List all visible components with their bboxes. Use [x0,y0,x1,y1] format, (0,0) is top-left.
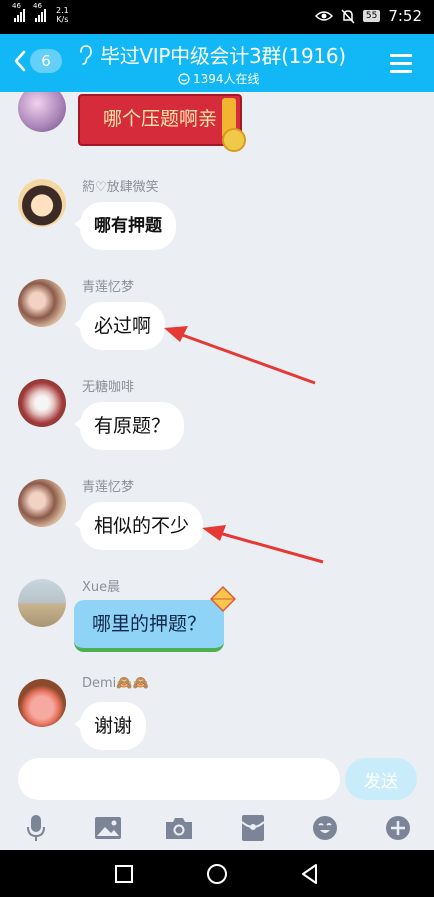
system-nav-bar [0,850,434,897]
eye-icon [314,11,333,21]
chat-header: 6 毕过VIP中级会计3群(1916) 1394人在线 [0,34,434,92]
status-bar: 46 46 2.1 K/s 55 7:52 [0,0,434,34]
message-item: Xue晨 哪里的押题？ [0,576,434,666]
message-bubble[interactable]: 相似的不少 [73,502,204,550]
sim1-label: 46 [12,2,21,10]
back-button[interactable]: 6 [14,49,62,73]
sender-name: 青莲忆梦 [82,480,135,495]
sim2-label: 46 [33,2,42,10]
avatar[interactable] [18,379,66,427]
avatar[interactable] [18,479,66,527]
input-toolbar [0,808,434,850]
sender-name: 无糖咖啡 [82,380,135,395]
input-bar: 发送 [0,750,434,808]
message-bubble[interactable]: 哪个压题啊亲 [78,94,242,146]
plus-icon[interactable] [382,812,414,844]
group-title: 毕过VIP中级会计3群(1916) [100,44,346,68]
message-list[interactable]: 哪个压题啊亲 箹♡放肆微笑 哪有押题 青莲忆梦 必过啊 无糖咖啡 有原题？ 青莲… [0,92,434,750]
recent-apps-icon[interactable] [112,862,136,886]
menu-icon [390,54,412,57]
mute-bell-icon [341,8,355,24]
annotation-arrow [164,326,316,385]
sender-name: 青莲忆梦 [82,280,135,295]
coin-decoration [222,128,246,152]
online-count: 1394人在线 [193,72,260,86]
avatar[interactable] [18,679,66,727]
camera-icon[interactable] [163,812,195,844]
online-status-icon [178,72,190,85]
message-bubble[interactable]: 哪有押题 [74,202,176,250]
signal-icon: 46 [33,2,46,22]
message-item: Demi🙈🙈 谢谢 [0,676,434,750]
message-bubble[interactable]: 谢谢 [73,702,147,750]
chevron-left-icon [14,50,26,72]
avatar[interactable] [18,279,66,327]
sender-name: Xue晨 [82,580,121,595]
message-bubble[interactable]: 有原题？ [73,402,185,450]
annotation-arrow [202,525,324,564]
image-icon[interactable] [92,812,124,844]
back-nav-icon[interactable] [298,862,322,886]
message-item: 哪个压题啊亲 [0,92,434,154]
menu-button[interactable] [390,54,412,78]
send-button[interactable]: 发送 [345,758,417,800]
microphone-icon[interactable] [20,812,52,844]
sender-name: 箹♡放肆微笑 [82,180,159,195]
avatar[interactable] [18,579,66,627]
ear-icon [80,44,92,65]
home-icon[interactable] [205,862,229,886]
net-speed: 2.1 K/s [56,6,69,24]
avatar[interactable] [18,92,66,132]
clock: 7:52 [388,7,422,25]
signal-icon: 46 [12,2,25,22]
message-bubble[interactable]: 必过啊 [73,302,166,350]
message-item: 箹♡放肆微笑 哪有押题 [0,176,434,266]
battery-indicator: 55 [362,10,381,22]
sender-name: Demi🙈🙈 [82,676,149,691]
kite-icon [210,586,236,612]
emoji-icon[interactable] [309,812,341,844]
red-packet-icon[interactable] [237,812,269,844]
unread-count-badge: 6 [30,49,62,73]
message-input[interactable] [18,758,340,800]
avatar[interactable] [18,179,66,227]
message-item: 无糖咖啡 有原题？ [0,376,434,466]
message-bubble[interactable]: 哪里的押题？ [74,600,225,652]
